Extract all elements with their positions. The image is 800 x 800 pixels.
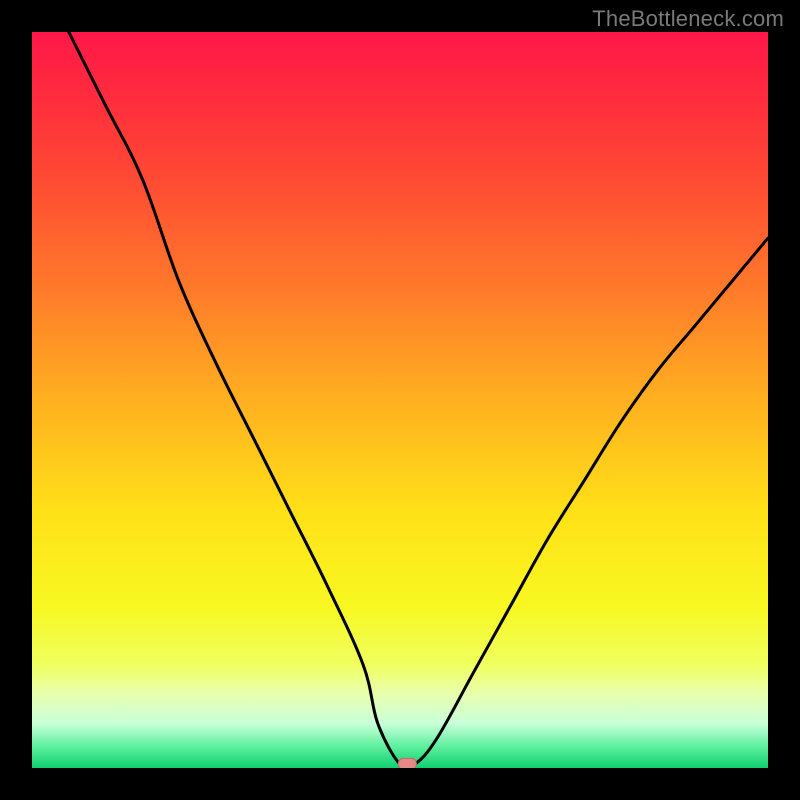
plot-area [32, 32, 768, 768]
watermark-text: TheBottleneck.com [592, 6, 784, 32]
plot-svg [32, 32, 768, 768]
gradient-background [32, 32, 768, 768]
chart-frame: TheBottleneck.com [0, 0, 800, 800]
optimal-point-marker [398, 758, 416, 768]
